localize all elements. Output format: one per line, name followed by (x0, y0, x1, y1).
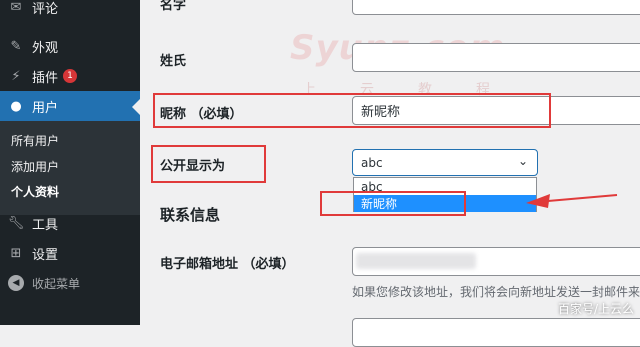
plugins-icon: ⚡ (11, 68, 21, 84)
first-name-label: 名字 (160, 0, 187, 13)
submenu-add-user[interactable]: 添加用户 (11, 158, 59, 175)
first-name-input[interactable] (352, 0, 640, 15)
menu-label: 插件 (32, 70, 59, 86)
tools-icon: 🔧︎ (7, 215, 25, 231)
display-name-select[interactable]: abc ⌄ (352, 149, 538, 176)
appearance-icon: ✎ (10, 38, 22, 54)
admin-sidebar: ✉ 评论 ✎ 外观 ⚡ 插件 1 ● 用户 所有用户 添加用户 个人资料 🔧︎ … (0, 0, 140, 325)
highlight-nickname (153, 93, 551, 128)
blurred-email (356, 253, 476, 269)
red-arrow-annotation (526, 194, 618, 208)
chevron-down-icon: ⌄ (517, 154, 528, 168)
menu-item-users[interactable]: ● 用户 (0, 91, 140, 121)
comment-icon: ✉ (10, 0, 22, 15)
highlight-option (320, 191, 466, 216)
contact-info-title: 联系信息 (160, 206, 221, 224)
display-name-value: abc (361, 155, 383, 170)
email-label: 电子邮箱地址 （必填） (160, 257, 295, 272)
menu-item-settings[interactable]: ⊞ 设置 (0, 238, 140, 268)
menu-label: 设置 (32, 247, 59, 263)
menu-item-plugins[interactable]: ⚡ 插件 1 (0, 61, 140, 91)
next-field-input[interactable] (352, 318, 640, 347)
last-name-input[interactable] (352, 43, 640, 72)
menu-label: 工具 (32, 217, 59, 233)
menu-label: 用户 (32, 100, 59, 116)
highlight-display-name (151, 145, 266, 183)
plugins-update-badge: 1 (63, 69, 78, 83)
menu-label: 外观 (32, 40, 59, 56)
menu-label: 评论 (32, 1, 59, 17)
collapse-icon: ◀ (8, 275, 24, 291)
users-submenu: 所有用户 添加用户 个人资料 (0, 121, 140, 215)
menu-item-comments[interactable]: ✉ 评论 (0, 0, 140, 22)
users-icon: ● (10, 98, 22, 114)
collapse-label: 收起菜单 (32, 276, 81, 291)
settings-icon: ⊞ (10, 245, 22, 261)
menu-item-appearance[interactable]: ✎ 外观 (0, 31, 140, 61)
menu-item-tools[interactable]: 🔧︎ 工具 (0, 208, 140, 238)
submenu-all-users[interactable]: 所有用户 (11, 132, 59, 149)
email-description: 如果您修改该地址，我们将会向新地址发送一封邮件来 (352, 285, 640, 299)
last-name-label: 姓氏 (160, 54, 187, 69)
collapse-menu-button[interactable]: ◀ 收起菜单 (0, 272, 140, 294)
submenu-profile[interactable]: 个人资料 (11, 183, 59, 200)
footer-watermark: 百家号/上云么 (557, 302, 634, 316)
